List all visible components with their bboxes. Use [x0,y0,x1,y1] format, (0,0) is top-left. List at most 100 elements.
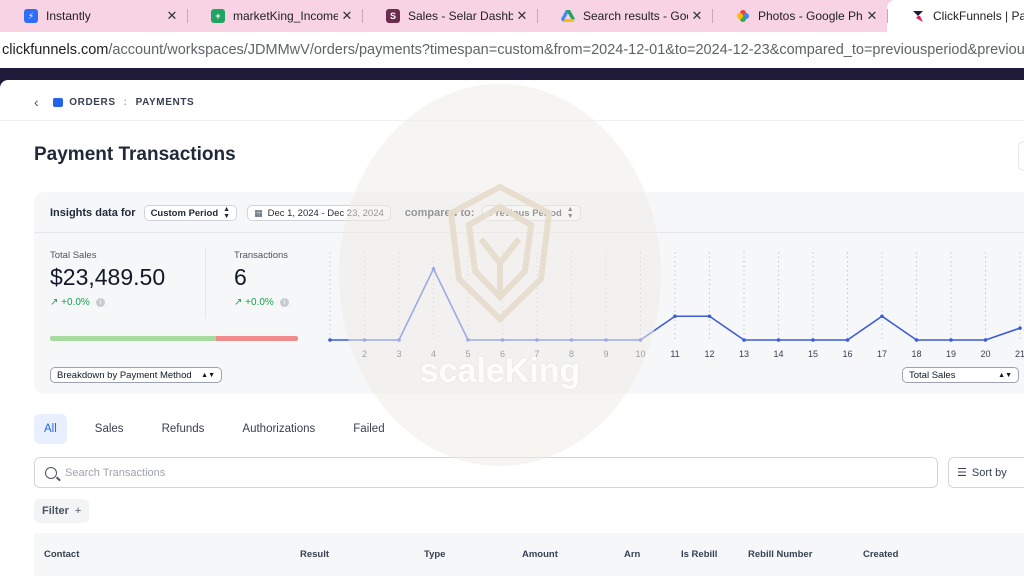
selar-icon: S [386,9,400,23]
chart-tick-label: 15 [808,349,818,359]
chart-tick-label: 12 [704,349,714,359]
col-is-rebill[interactable]: Is Rebill [681,549,717,560]
browser-tab-bar: ⚡ Instantly ✕ + marketKing_Income_Proj ✕… [0,0,1024,32]
total-sales-metric: Total Sales $23,489.50 ↗ +0.0% i [50,250,165,308]
chart-tick-label: 2 [362,349,367,359]
chart-point[interactable] [466,338,470,342]
browser-tab-clickfunnels[interactable]: ClickFunnels | Payments [887,0,1024,32]
chart-tick-label: 5 [465,349,470,359]
browser-tab-drive[interactable]: Search results - Google D ✕ [537,0,712,32]
chart-point[interactable] [811,338,815,342]
chart-point[interactable] [1018,326,1022,330]
col-contact[interactable]: Contact [44,549,79,560]
chart-point[interactable] [604,338,608,342]
chart-tick-label: 13 [739,349,749,359]
tab-title: ClickFunnels | Payments [933,9,1024,23]
date-range-picker[interactable]: ▦ Dec 1, 2024 - Dec 23, 2024 [247,205,391,221]
sales-line-chart: 2 3 4 5 6 7 8 9 10 11 12 13 14 15 16 17 18 19 20 21 [328,252,1024,359]
chart-point[interactable] [673,314,677,319]
chart-point[interactable] [638,338,643,342]
browser-tab-sheets[interactable]: + marketKing_Income_Proj ✕ [187,0,362,32]
tab-refunds[interactable]: Refunds [152,414,215,444]
tab-all[interactable]: All [34,414,67,444]
search-input[interactable] [65,466,865,479]
compare-period-select[interactable]: Previous Period ▲ ▼ [482,205,581,221]
chart-tick-label: 4 [431,349,436,359]
close-tab-icon[interactable]: ✕ [340,8,354,24]
chart-point[interactable] [397,338,401,342]
page-action-button[interactable] [1018,141,1024,171]
tab-failed[interactable]: Failed [343,414,394,444]
chart-tick-label: 19 [946,349,956,359]
col-created[interactable]: Created [863,549,898,560]
chart-tick-label: 10 [635,349,645,359]
clickfunnels-icon [911,9,925,23]
browser-tab-photos[interactable]: Photos - Google Photos ✕ [712,0,887,32]
back-chevron-icon[interactable]: ‹ [34,94,39,110]
close-tab-icon[interactable]: ✕ [515,8,529,24]
select-arrows-icon: ▲▼ [566,206,574,220]
chart-point[interactable] [776,338,781,342]
browser-tab-selar[interactable]: S Sales - Selar Dashboard ✕ [362,0,537,32]
url-text[interactable]: clickfunnels.com/account/workspaces/JDMM… [2,42,1024,58]
chart-point[interactable] [707,314,712,319]
close-tab-icon[interactable]: ✕ [165,8,179,24]
col-arn[interactable]: Arn [624,549,640,560]
breadcrumb-orders[interactable]: ORDERS [69,97,115,108]
sort-label: Sort by [971,466,1007,479]
payments-page: ‹ ORDERS : PAYMENTS Payment Transactions… [0,80,1024,576]
trend-up-icon: ↗ [50,297,62,308]
close-tab-icon[interactable]: ✕ [690,8,704,24]
transaction-tabs: All Sales Refunds Authorizations Failed [34,414,413,444]
sales-ratio-bar [50,336,298,341]
address-bar[interactable]: clickfunnels.com/account/workspaces/JDMM… [0,32,1024,68]
chart-point[interactable] [742,338,746,342]
chart-point[interactable] [845,338,850,342]
chart-point[interactable] [983,338,988,342]
breadcrumb: ‹ ORDERS : PAYMENTS [34,94,194,110]
search-box[interactable] [34,457,938,488]
filter-label: Filter [42,505,69,517]
browser-tab-instantly[interactable]: ⚡ Instantly ✕ [0,0,187,32]
chart-tick-label: 8 [569,349,574,359]
chart-tick-label: 7 [534,349,539,359]
chart-point[interactable] [569,338,574,342]
info-icon[interactable]: i [95,298,105,307]
info-icon[interactable]: i [279,298,289,307]
metric-divider [205,248,206,318]
tab-sales[interactable]: Sales [85,414,134,444]
close-tab-icon[interactable]: ✕ [865,8,879,24]
chart-point[interactable] [535,338,539,342]
tab-title: Sales - Selar Dashboard [408,9,513,23]
search-icon [45,466,57,479]
col-type[interactable]: Type [424,549,445,560]
chart-point[interactable] [328,338,332,342]
insights-label: Insights data for [50,207,136,219]
chart-point[interactable] [914,338,919,342]
tab-title: Instantly [46,9,91,23]
chart-point[interactable] [949,338,953,342]
chart-point[interactable] [362,338,367,342]
chart-point[interactable] [500,338,505,342]
tab-title: marketKing_Income_Proj [233,9,338,23]
col-rebill-number[interactable]: Rebill Number [748,549,812,560]
sort-lines-icon: ☰ [957,467,967,479]
col-amount[interactable]: Amount [522,549,558,560]
insights-divider [34,232,1024,233]
tab-authorizations[interactable]: Authorizations [232,414,325,444]
breakdown-select[interactable]: Breakdown by Payment Method ▲▼ [50,367,222,383]
page-title: Payment Transactions [34,144,236,165]
filter-button[interactable]: Filter + [34,499,90,523]
tab-title: Photos - Google Photos [758,9,863,23]
sort-button[interactable]: ☰ Sort by [948,457,1024,488]
period-select[interactable]: Custom Period ▲ ▼ [143,205,238,221]
col-result[interactable]: Result [300,549,329,560]
transactions-metric: Transactions 6 ↗ +0.0% i [234,250,289,308]
insights-panel: Insights data for Custom Period ▲ ▼ ▦ Dec 1… [34,192,1024,394]
transactions-change: ↗ +0.0% i [234,297,289,308]
insights-header: Insights data for Custom Period ▲ ▼ ▦ Dec 1… [50,205,581,221]
app-top-bar [0,68,1024,80]
transactions-label: Transactions [234,250,289,261]
chart-point[interactable] [431,266,436,271]
chart-point[interactable] [880,314,884,319]
